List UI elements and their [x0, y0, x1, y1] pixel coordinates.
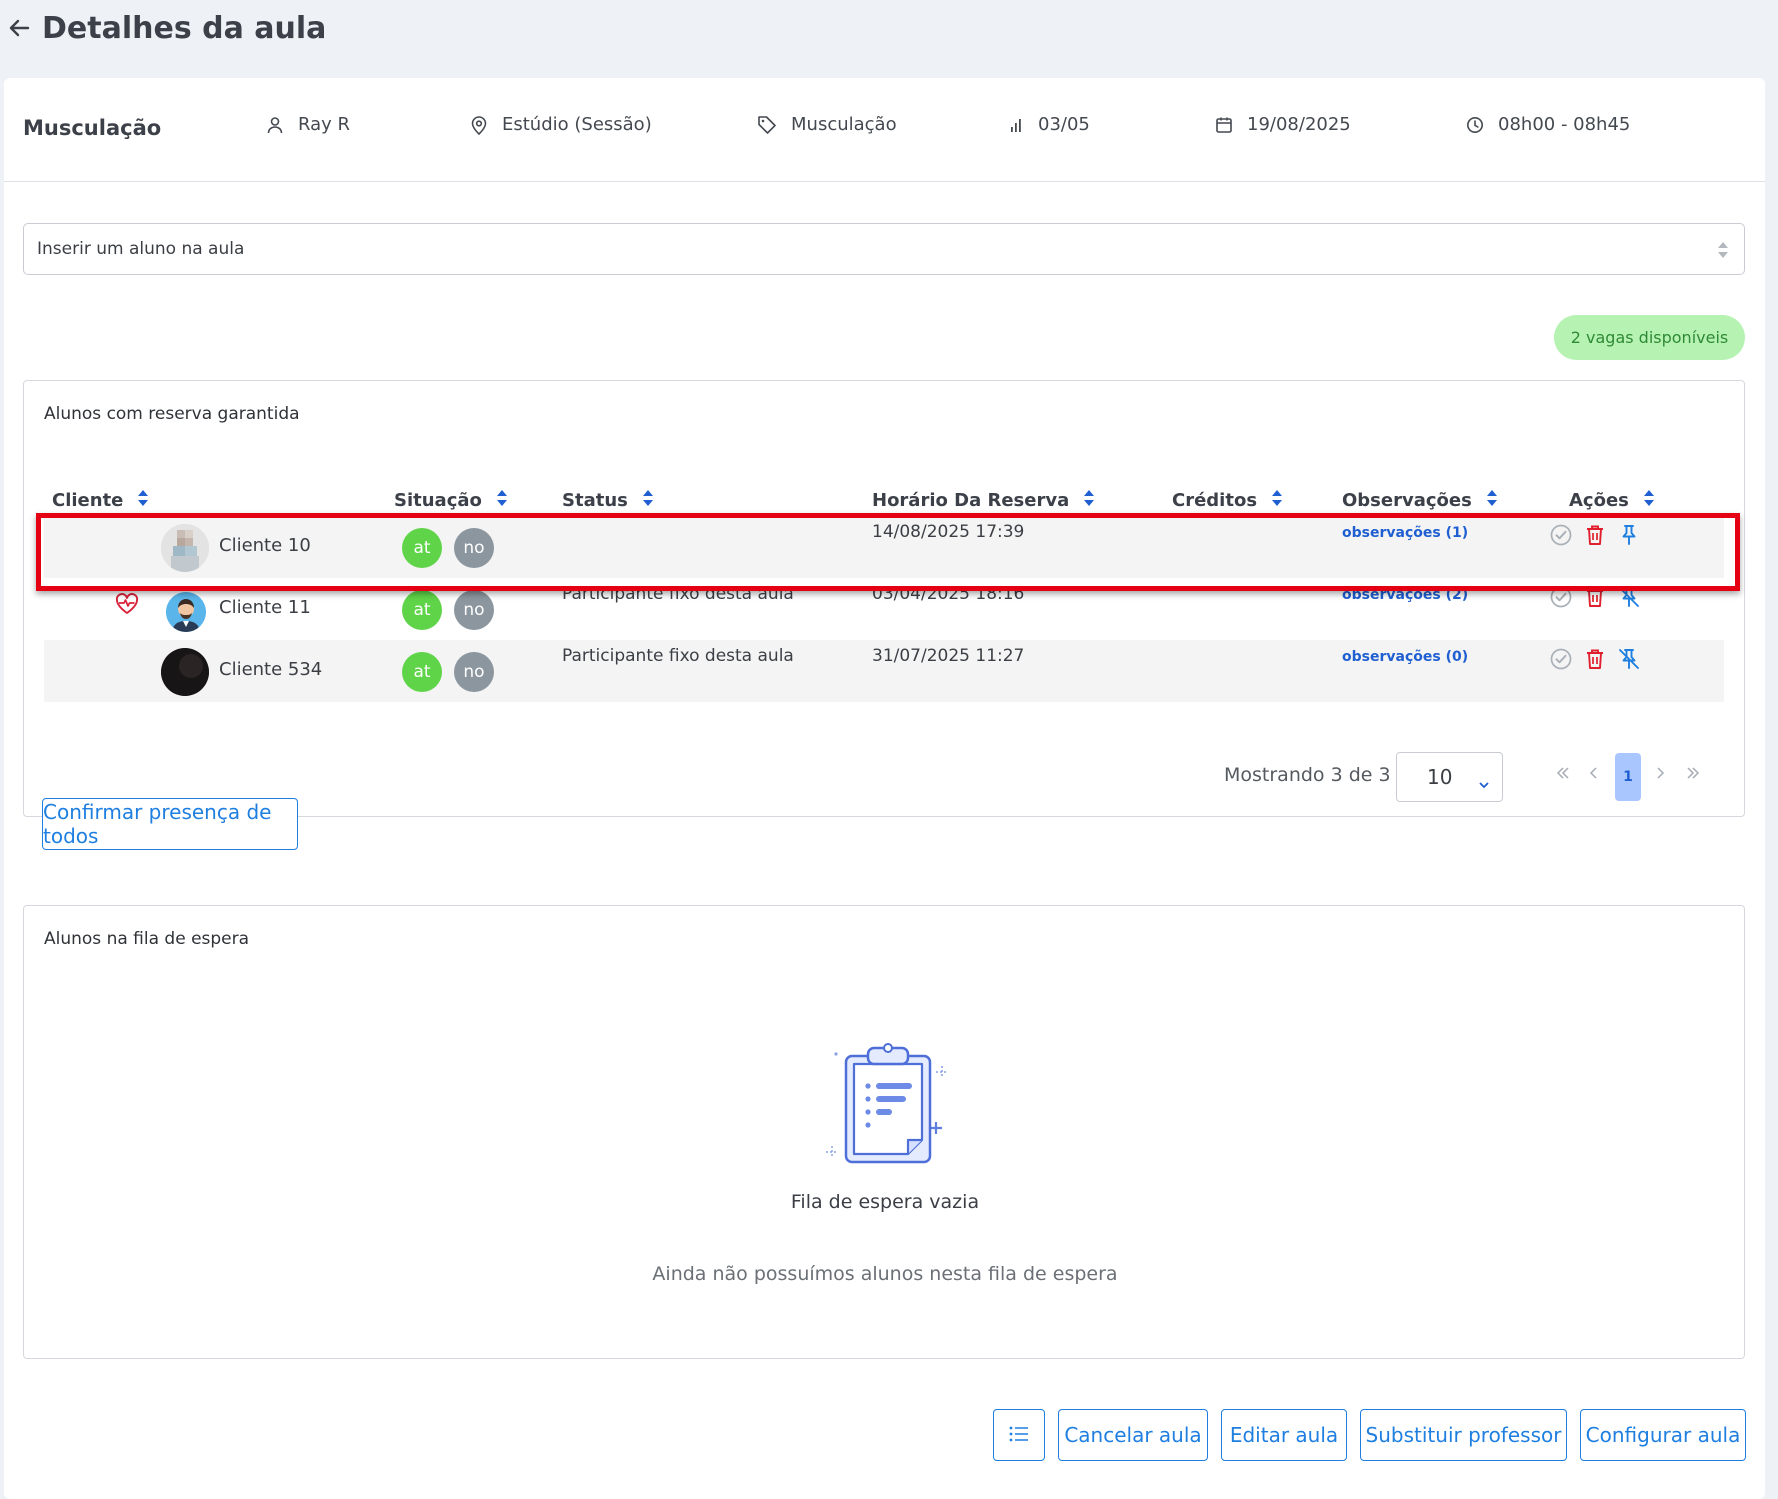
empty-state-title: Fila de espera vazia — [790, 1191, 980, 1213]
column-header-situation[interactable]: Situação — [394, 489, 508, 512]
tag-icon — [757, 115, 777, 135]
avatar — [166, 592, 206, 632]
occupancy-value: 03/05 — [1038, 114, 1090, 135]
page-button-current[interactable]: 1 — [1615, 753, 1641, 801]
bar-chart-icon — [1008, 117, 1024, 133]
page-header: Detalhes da aula — [0, 0, 1778, 56]
edit-class-button[interactable]: Editar aula — [1221, 1409, 1347, 1461]
list-icon — [1009, 1423, 1029, 1447]
next-page-icon[interactable] — [1655, 764, 1665, 785]
teacher-info: Ray R — [266, 114, 350, 135]
situation-no-badge[interactable]: no — [454, 652, 494, 692]
occupancy-info: 03/05 — [1008, 114, 1090, 135]
user-icon — [266, 116, 284, 134]
waiting-panel-title: Alunos na fila de espera — [44, 929, 250, 949]
observations-link[interactable]: observações (0) — [1342, 649, 1468, 665]
column-header-actions[interactable]: Ações — [1569, 489, 1655, 512]
chevron-down-icon — [1478, 771, 1490, 795]
class-info-bar: Musculação Ray R Estúdio (Sessão) Muscul… — [4, 78, 1765, 182]
empty-state-subtitle: Ainda não possuímos alunos nesta fila de… — [652, 1263, 1118, 1285]
column-header-status[interactable]: Status — [562, 489, 654, 512]
class-title: Musculação — [23, 116, 162, 140]
sort-icon — [1271, 489, 1283, 512]
back-arrow-icon[interactable] — [6, 15, 32, 41]
column-header-reservation-time[interactable]: Horário Da Reserva — [872, 489, 1095, 512]
reserved-panel-title: Alunos com reserva garantida — [44, 404, 300, 424]
sort-icon — [1083, 489, 1095, 512]
sort-icon — [137, 489, 149, 512]
time-value: 08h00 - 08h45 — [1498, 114, 1631, 135]
clock-icon — [1466, 116, 1484, 134]
list-view-button[interactable] — [993, 1409, 1045, 1461]
table-row[interactable]: Cliente 534 at no Participante fixo dest… — [44, 640, 1724, 702]
situation-no-badge[interactable]: no — [454, 590, 494, 630]
date-value: 19/08/2025 — [1247, 114, 1351, 135]
heart-pulse-icon — [114, 592, 139, 616]
pager-summary: Mostrando 3 de 3 — [1224, 764, 1391, 786]
page-size-select[interactable]: 10 — [1396, 752, 1503, 802]
avatar — [161, 648, 209, 696]
unpin-icon[interactable] — [1617, 647, 1641, 671]
clipboard-empty-icon — [824, 1036, 954, 1170]
check-circle-icon[interactable] — [1549, 647, 1573, 671]
waiting-list-panel: Alunos na fila de espera Fila de espera … — [23, 905, 1745, 1359]
sort-icon — [1486, 489, 1498, 512]
reservation-time: 31/07/2025 11:27 — [872, 646, 1025, 666]
page-size-value: 10 — [1427, 765, 1453, 789]
column-header-credits[interactable]: Créditos — [1172, 489, 1283, 512]
sort-icon — [496, 489, 508, 512]
student-select[interactable]: Inserir um aluno na aula — [23, 223, 1745, 275]
last-page-icon[interactable] — [1686, 764, 1700, 785]
class-details-card: Musculação Ray R Estúdio (Sessão) Muscul… — [4, 78, 1765, 1499]
cancel-class-button[interactable]: Cancelar aula — [1058, 1409, 1208, 1461]
category-name: Musculação — [791, 114, 897, 135]
location-info: Estúdio (Sessão) — [470, 114, 652, 135]
column-header-client[interactable]: Cliente — [52, 489, 149, 512]
confirm-all-attendance-button[interactable]: Confirmar presença de todos — [42, 798, 298, 850]
column-header-observations[interactable]: Observações — [1342, 489, 1498, 512]
time-info: 08h00 - 08h45 — [1466, 114, 1630, 135]
client-name[interactable]: Cliente 11 — [219, 597, 311, 618]
situation-at-badge[interactable]: at — [402, 652, 442, 692]
page-title: Detalhes da aula — [42, 10, 327, 46]
reserved-students-panel: Alunos com reserva garantida Cliente Sit… — [23, 380, 1745, 850]
sort-icon — [642, 489, 654, 512]
sort-icon — [1643, 489, 1655, 512]
situation-at-badge[interactable]: at — [402, 590, 442, 630]
map-pin-icon — [470, 115, 488, 135]
calendar-icon — [1215, 116, 1233, 134]
first-page-icon[interactable] — [1556, 764, 1570, 785]
highlight-box — [36, 513, 1740, 591]
category-info: Musculação — [757, 114, 897, 135]
select-arrows-icon — [1716, 240, 1730, 265]
configure-class-button[interactable]: Configurar aula — [1580, 1409, 1746, 1461]
teacher-name: Ray R — [298, 114, 351, 135]
available-spots-badge: 2 vagas disponíveis — [1554, 315, 1745, 360]
client-name[interactable]: Cliente 534 — [219, 659, 322, 680]
status-text: Participante fixo desta aula — [562, 646, 794, 666]
prev-page-icon[interactable] — [1589, 764, 1599, 785]
replace-teacher-button[interactable]: Substituir professor — [1360, 1409, 1567, 1461]
student-select-placeholder: Inserir um aluno na aula — [37, 239, 245, 259]
location-name: Estúdio (Sessão) — [502, 114, 652, 135]
date-info: 19/08/2025 — [1215, 114, 1351, 135]
trash-icon[interactable] — [1583, 647, 1607, 671]
